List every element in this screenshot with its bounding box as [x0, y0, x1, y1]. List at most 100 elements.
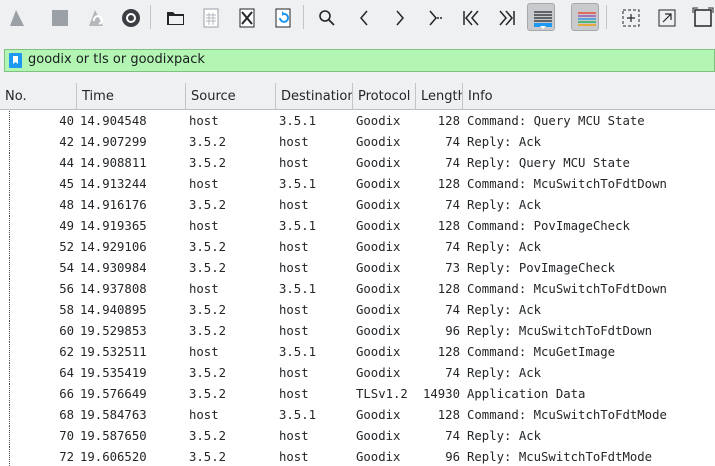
save-file-icon: [203, 8, 219, 28]
packet-number: 42: [59, 135, 74, 149]
packet-info: Reply: Ack: [467, 366, 542, 380]
packet-info: Application Data: [467, 387, 586, 401]
packet-info: Reply: McuSwitchToFdtMode: [467, 450, 653, 464]
go-to-packet-icon: [429, 10, 443, 26]
open-file-button[interactable]: [161, 3, 189, 31]
packet-length: 128: [437, 345, 460, 359]
packet-length: 74: [445, 366, 460, 380]
column-header-time[interactable]: Time: [77, 83, 186, 110]
packet-info: Reply: Ack: [467, 240, 542, 254]
packet-number: 70: [59, 429, 74, 443]
packet-row[interactable]: 44 14.908811 3.5.2 host Goodix 74 Reply: Query…: [0, 153, 715, 174]
packet-source: host: [189, 114, 219, 128]
column-header-no[interactable]: No.: [0, 83, 77, 110]
packet-source: 3.5.2: [189, 303, 227, 317]
autoscroll-button[interactable]: [527, 3, 555, 31]
column-header-info[interactable]: Info: [463, 83, 715, 110]
packet-number: 45: [59, 177, 74, 191]
go-to-packet-button[interactable]: [420, 3, 448, 31]
column-header-source[interactable]: Source: [186, 83, 276, 110]
packet-time: 19.532511: [80, 345, 147, 359]
close-file-icon: [239, 8, 255, 28]
packet-row[interactable]: 72 19.606520 3.5.2 host Goodix 96 Reply: McuSw…: [0, 447, 715, 466]
packet-row[interactable]: 48 14.916176 3.5.2 host Goodix 74 Reply: Ack: [0, 195, 715, 216]
packet-length: 128: [437, 408, 460, 422]
display-filter-input[interactable]: goodix or tls or goodixpack: [28, 52, 205, 67]
packet-source: host: [189, 177, 219, 191]
colorize-button[interactable]: [571, 3, 599, 31]
zoom-in-icon: [622, 9, 640, 27]
column-header-length[interactable]: Length: [416, 83, 463, 110]
packet-length: 74: [445, 429, 460, 443]
packet-info: Command: McuSwitchToFdtMode: [467, 408, 667, 422]
column-header-destination[interactable]: Destination: [276, 83, 353, 110]
packet-time: 14.937808: [80, 282, 147, 296]
packet-number: 68: [59, 408, 74, 422]
packet-row[interactable]: 56 14.937808 host 3.5.1 Goodix 128 Command: Mc…: [0, 279, 715, 300]
packet-source: 3.5.2: [189, 429, 227, 443]
packet-time: 14.919365: [80, 219, 147, 233]
packet-length: 74: [445, 303, 460, 317]
reload-file-icon: [275, 8, 291, 28]
packet-protocol: Goodix: [356, 177, 401, 191]
packet-source: 3.5.2: [189, 324, 227, 338]
packet-row[interactable]: 60 19.529853 3.5.2 host Goodix 96 Reply: McuSw…: [0, 321, 715, 342]
packet-row[interactable]: 58 14.940895 3.5.2 host Goodix 74 Reply: Ack: [0, 300, 715, 321]
zoom-out-button[interactable]: [652, 3, 680, 31]
packet-time: 14.907299: [80, 135, 147, 149]
packet-row[interactable]: 62 19.532511 host 3.5.1 Goodix 128 Command: Mc…: [0, 342, 715, 363]
packet-row[interactable]: 52 14.929106 3.5.2 host Goodix 74 Reply: Ack: [0, 237, 715, 258]
restart-capture-icon: [89, 10, 103, 26]
packet-protocol: Goodix: [356, 219, 401, 233]
packet-row[interactable]: 64 19.535419 3.5.2 host Goodix 74 Reply: Ack: [0, 363, 715, 384]
packet-row[interactable]: 42 14.907299 3.5.2 host Goodix 74 Reply: Ack: [0, 132, 715, 153]
capture-options-icon: [122, 9, 140, 27]
display-filter-bar[interactable]: goodix or tls or goodixpack: [4, 49, 715, 72]
packet-list[interactable]: No. Time Source Destination Protocol Len…: [0, 83, 715, 466]
go-last-button[interactable]: [492, 3, 520, 31]
packet-destination: 3.5.1: [279, 345, 317, 359]
packet-length: 128: [437, 114, 460, 128]
packet-source: 3.5.2: [189, 366, 227, 380]
packet-time: 14.908811: [80, 156, 147, 170]
packet-destination: host: [279, 156, 309, 170]
go-forward-button[interactable]: [385, 3, 413, 31]
close-file-button[interactable]: [232, 3, 260, 31]
packet-length: 128: [437, 177, 460, 191]
packet-time: 14.929106: [80, 240, 147, 254]
packet-length: 128: [437, 282, 460, 296]
zoom-out-icon: [658, 9, 676, 27]
packet-destination: 3.5.1: [279, 408, 317, 422]
packet-row[interactable]: 66 19.576649 3.5.2 host TLSv1.2 14930 Applicat…: [0, 384, 715, 405]
bookmark-icon[interactable]: [7, 52, 24, 69]
restart-capture-button[interactable]: [81, 3, 109, 31]
packet-row[interactable]: 54 14.930984 3.5.2 host Goodix 73 Reply: PovIm…: [0, 258, 715, 279]
packet-length: 96: [445, 324, 460, 338]
reload-file-button[interactable]: [268, 3, 296, 31]
packet-time: 19.576649: [80, 387, 147, 401]
packet-number: 60: [59, 324, 74, 338]
packet-source: 3.5.2: [189, 261, 227, 275]
packet-protocol: Goodix: [356, 156, 401, 170]
column-header-protocol[interactable]: Protocol: [353, 83, 416, 110]
go-back-button[interactable]: [349, 3, 377, 31]
packet-destination: 3.5.1: [279, 114, 317, 128]
packet-protocol: Goodix: [356, 114, 401, 128]
packet-row[interactable]: 70 19.587650 3.5.2 host Goodix 74 Reply: Ack: [0, 426, 715, 447]
go-first-button[interactable]: [456, 3, 484, 31]
packet-number: 44: [59, 156, 74, 170]
zoom-in-button[interactable]: [616, 3, 644, 31]
packet-row[interactable]: 40 14.904548 host 3.5.1 Goodix 128 Command: Qu…: [0, 111, 715, 132]
save-file-button[interactable]: [196, 3, 224, 31]
normal-size-button[interactable]: [688, 3, 715, 31]
capture-options-button[interactable]: [116, 3, 144, 31]
packet-destination: host: [279, 135, 309, 149]
packet-row[interactable]: 68 19.584763 host 3.5.1 Goodix 128 Command: Mc…: [0, 405, 715, 426]
start-capture-button[interactable]: [2, 3, 30, 31]
stop-capture-button[interactable]: [45, 3, 73, 31]
find-packet-button[interactable]: [312, 3, 340, 31]
packet-protocol: Goodix: [356, 429, 401, 443]
packet-time: 14.904548: [80, 114, 147, 128]
packet-row[interactable]: 49 14.919365 host 3.5.1 Goodix 128 Command: Po…: [0, 216, 715, 237]
packet-row[interactable]: 45 14.913244 host 3.5.1 Goodix 128 Command: Mc…: [0, 174, 715, 195]
